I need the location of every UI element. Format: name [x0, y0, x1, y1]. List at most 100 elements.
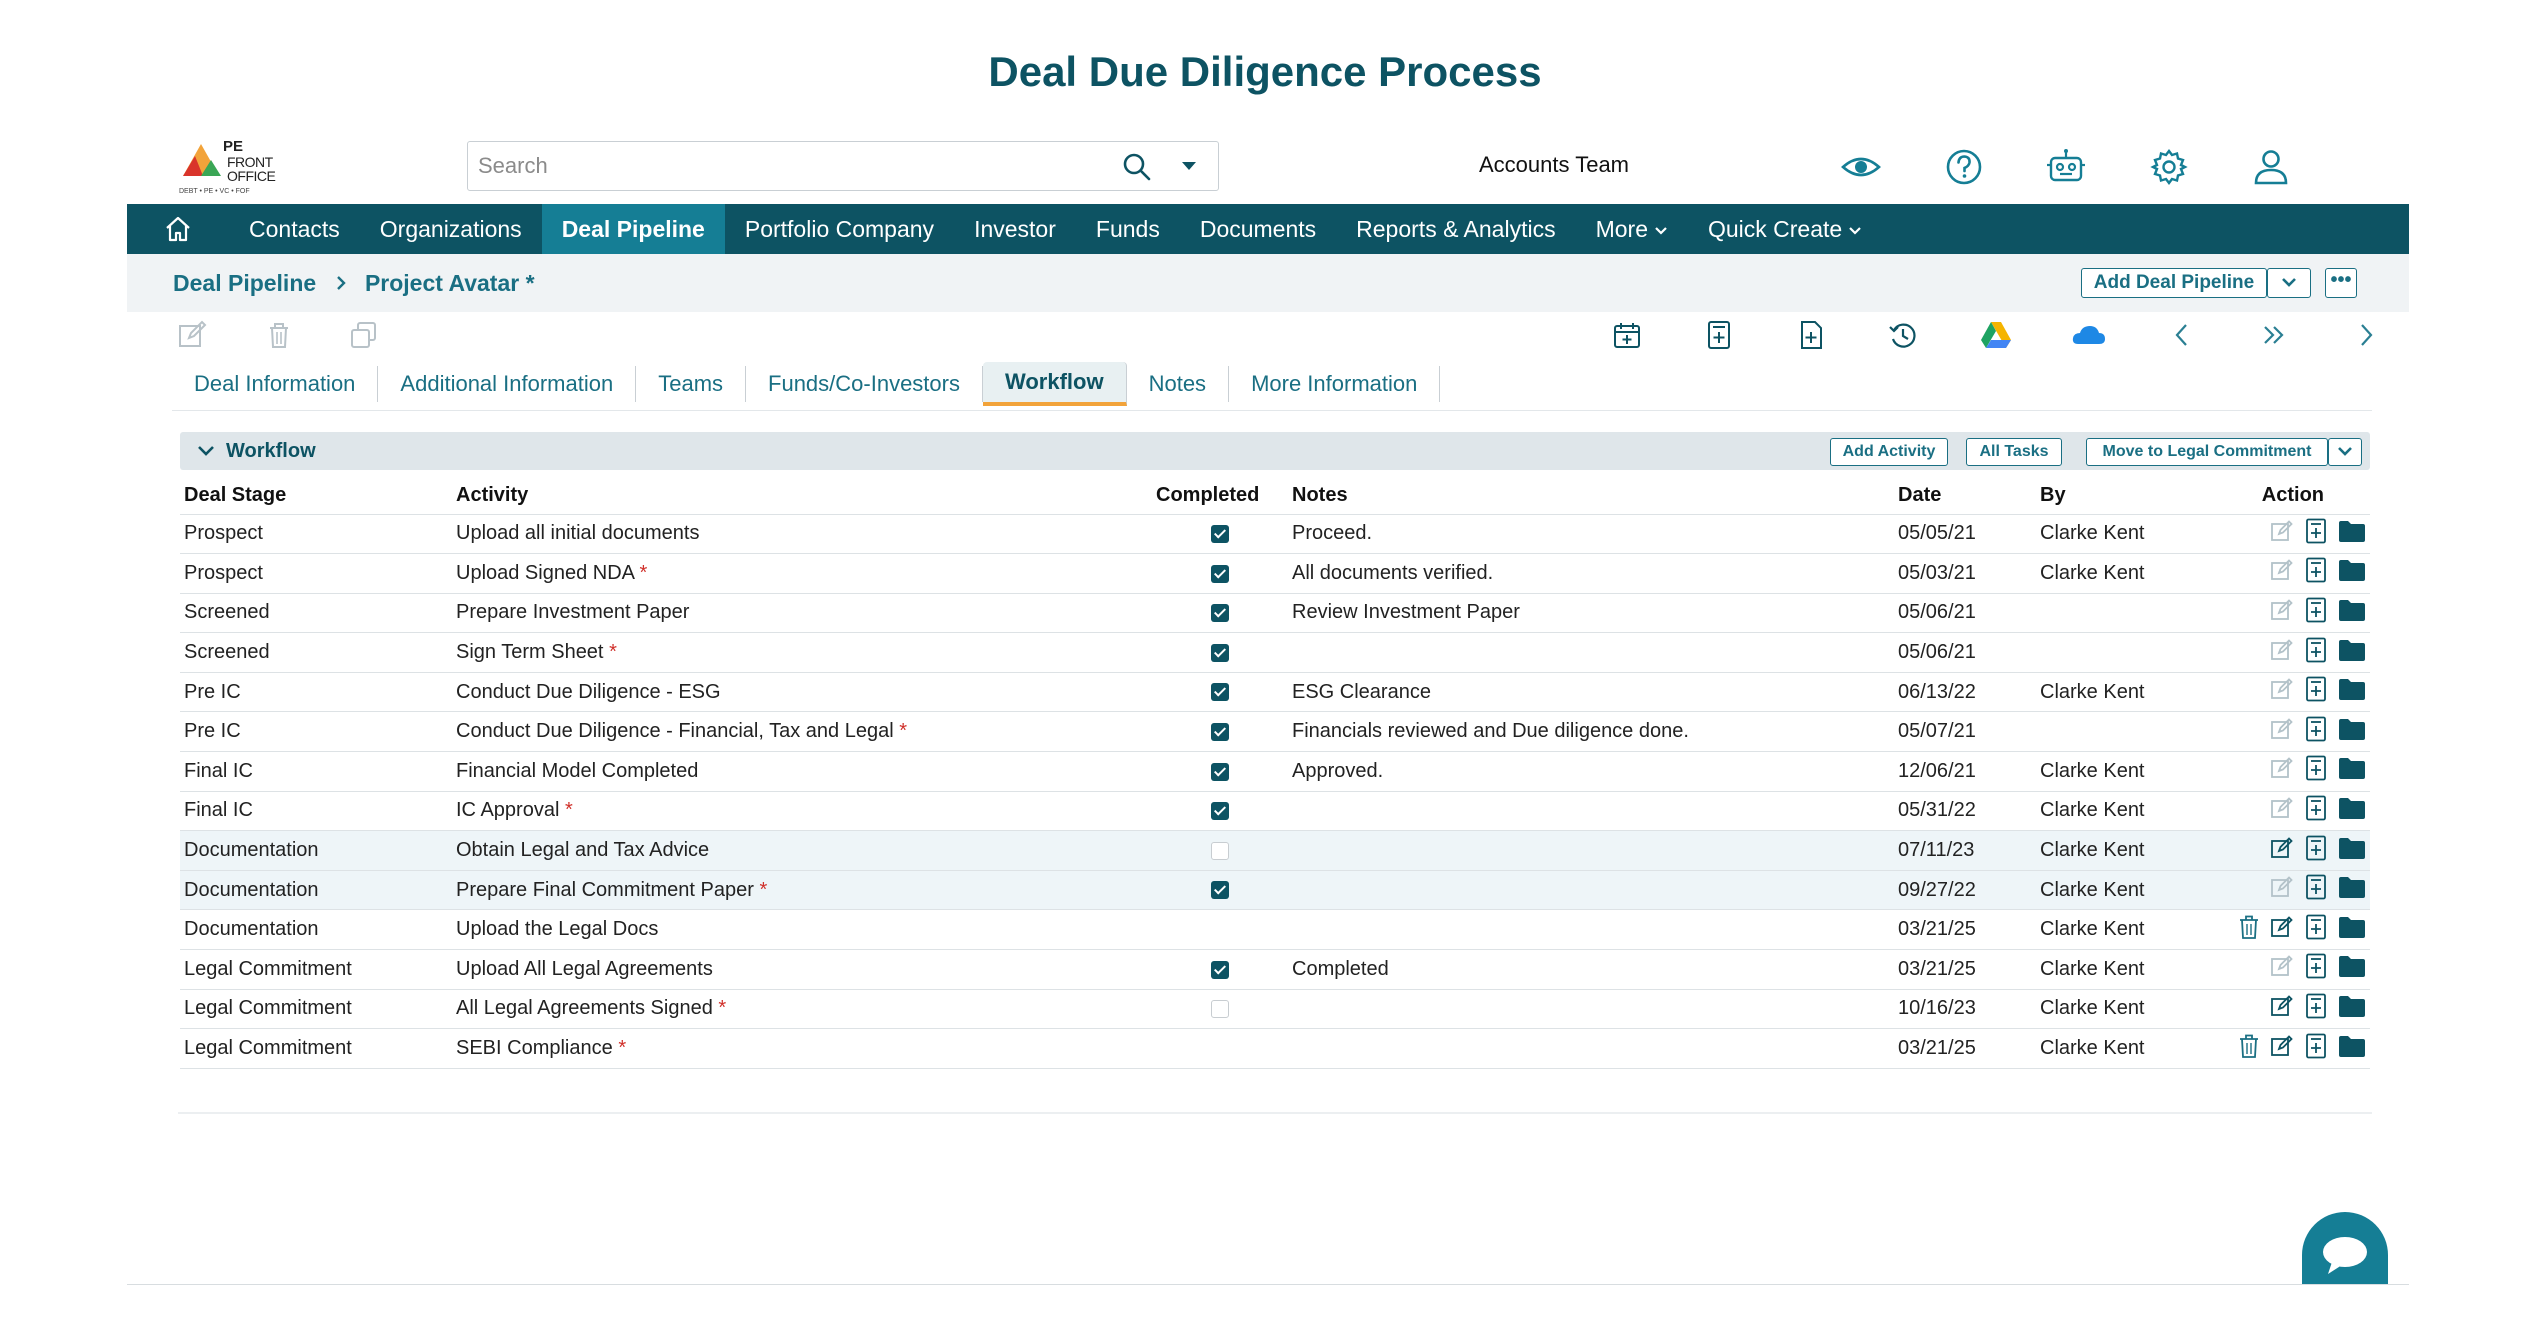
- team-label[interactable]: Accounts Team: [1479, 152, 1629, 178]
- delete-icon[interactable]: [264, 320, 294, 350]
- folder-icon[interactable]: [2338, 915, 2366, 945]
- edit-row-icon[interactable]: [2270, 994, 2294, 1024]
- add-deal-pipeline-button[interactable]: Add Deal Pipeline: [2081, 268, 2267, 298]
- double-chevron-right-icon[interactable]: [2259, 320, 2289, 350]
- folder-icon[interactable]: [2338, 875, 2366, 905]
- add-activity-button[interactable]: Add Activity: [1830, 438, 1948, 466]
- completed-checkbox[interactable]: [1211, 881, 1229, 900]
- folder-icon[interactable]: [2338, 677, 2366, 707]
- edit-row-icon[interactable]: [2270, 519, 2294, 549]
- edit-row-icon[interactable]: [2270, 836, 2294, 866]
- add-task-row-icon[interactable]: [2304, 914, 2328, 946]
- nav-more[interactable]: More: [1576, 204, 1688, 254]
- completed-checkbox[interactable]: [1211, 762, 1229, 781]
- folder-icon[interactable]: [2338, 796, 2366, 826]
- calendar-icon[interactable]: [1612, 320, 1642, 350]
- table-row[interactable]: Pre IC Conduct Due Diligence - Financial,…: [180, 711, 2370, 753]
- collapse-icon[interactable]: [196, 442, 216, 460]
- tab-notes[interactable]: Notes: [1127, 366, 1230, 402]
- folder-icon[interactable]: [2338, 756, 2366, 786]
- edit-row-icon[interactable]: [2270, 638, 2294, 668]
- folder-icon[interactable]: [2338, 717, 2366, 747]
- folder-icon[interactable]: [2338, 954, 2366, 984]
- activity-text[interactable]: Upload All Legal Agreements: [456, 958, 713, 980]
- edit-row-icon[interactable]: [2270, 796, 2294, 826]
- home-button[interactable]: [127, 204, 229, 254]
- folder-icon[interactable]: [2338, 836, 2366, 866]
- folder-icon[interactable]: [2338, 519, 2366, 549]
- activity-text[interactable]: Financial Model Completed: [456, 760, 698, 782]
- add-document-icon[interactable]: [1796, 320, 1826, 350]
- robot-icon[interactable]: [2045, 146, 2087, 188]
- copy-icon[interactable]: [349, 320, 379, 350]
- tab-deal-information[interactable]: Deal Information: [172, 366, 379, 402]
- table-row[interactable]: Legal Commitment SEBI Compliance * 03/21/2…: [180, 1028, 2370, 1069]
- table-row[interactable]: Documentation Prepare Final Commitment Pa…: [180, 870, 2370, 911]
- completed-checkbox[interactable]: [1211, 841, 1229, 860]
- activity-text[interactable]: All Legal Agreements Signed: [456, 997, 713, 1019]
- table-row[interactable]: Prospect Upload Signed NDA * All documents…: [180, 553, 2370, 594]
- nav-organizations[interactable]: Organizations: [360, 204, 542, 254]
- all-tasks-button[interactable]: All Tasks: [1966, 438, 2062, 466]
- move-dropdown-button[interactable]: [2328, 438, 2362, 466]
- add-task-row-icon[interactable]: [2304, 993, 2328, 1025]
- search-dropdown-icon[interactable]: [1180, 160, 1198, 172]
- user-icon[interactable]: [2250, 146, 2292, 188]
- gear-icon[interactable]: [2148, 146, 2190, 188]
- add-task-row-icon[interactable]: [2304, 637, 2328, 669]
- activity-text[interactable]: Upload all initial documents: [456, 522, 699, 544]
- table-row[interactable]: Prospect Upload all initial documents Proc…: [180, 514, 2370, 555]
- edit-row-icon[interactable]: [2270, 756, 2294, 786]
- nav-deal-pipeline[interactable]: Deal Pipeline: [541, 204, 725, 254]
- table-row[interactable]: Legal Commitment Upload All Legal Agreeme…: [180, 949, 2370, 990]
- completed-checkbox[interactable]: [1211, 604, 1229, 623]
- add-task-row-icon[interactable]: [2304, 597, 2328, 629]
- table-row[interactable]: Documentation Obtain Legal and Tax Advice…: [180, 830, 2370, 871]
- activity-text[interactable]: Upload the Legal Docs: [456, 918, 658, 940]
- folder-icon[interactable]: [2338, 638, 2366, 668]
- completed-checkbox[interactable]: [1211, 564, 1229, 583]
- activity-text[interactable]: Conduct Due Diligence - ESG: [456, 681, 721, 703]
- delete-row-icon[interactable]: [2238, 914, 2260, 946]
- add-deal-dropdown-button[interactable]: [2267, 268, 2311, 298]
- add-task-row-icon[interactable]: [2304, 874, 2328, 906]
- tab-additional-information[interactable]: Additional Information: [378, 366, 637, 402]
- add-task-row-icon[interactable]: [2304, 953, 2328, 985]
- edit-row-icon[interactable]: [2270, 875, 2294, 905]
- activity-text[interactable]: Conduct Due Diligence - Financial, Tax a…: [456, 720, 894, 742]
- add-task-row-icon[interactable]: [2304, 557, 2328, 589]
- nav-portfolio-company[interactable]: Portfolio Company: [725, 204, 954, 254]
- table-row[interactable]: Final IC IC Approval * 05/31/22 Clarke Kent: [180, 791, 2370, 832]
- activity-text[interactable]: Obtain Legal and Tax Advice: [456, 839, 709, 861]
- activity-text[interactable]: IC Approval: [456, 799, 559, 821]
- edit-row-icon[interactable]: [2270, 717, 2294, 747]
- search-icon[interactable]: [1122, 152, 1152, 182]
- tab-more-information[interactable]: More Information: [1229, 366, 1441, 402]
- completed-checkbox[interactable]: [1211, 722, 1229, 741]
- help-icon[interactable]: [1943, 146, 1985, 188]
- nav-documents[interactable]: Documents: [1180, 204, 1336, 254]
- table-row[interactable]: Documentation Upload the Legal Docs 03/21/…: [180, 909, 2370, 951]
- add-task-row-icon[interactable]: [2304, 676, 2328, 708]
- onedrive-icon[interactable]: [2071, 320, 2107, 350]
- add-task-row-icon[interactable]: [2304, 518, 2328, 550]
- folder-icon[interactable]: [2338, 994, 2366, 1024]
- completed-checkbox[interactable]: [1211, 683, 1229, 702]
- table-row[interactable]: Screened Prepare Investment Paper Review I…: [180, 593, 2370, 634]
- history-icon[interactable]: [1888, 320, 1918, 350]
- tab-funds-co-investors[interactable]: Funds/Co-Investors: [746, 366, 983, 402]
- logo[interactable]: PE FRONT OFFICE DEBT • PE • VC • FOF: [179, 134, 299, 196]
- nav-contacts[interactable]: Contacts: [229, 204, 360, 254]
- tab-workflow[interactable]: Workflow: [982, 362, 1127, 406]
- edit-row-icon[interactable]: [2270, 1034, 2294, 1064]
- edit-row-icon[interactable]: [2270, 677, 2294, 707]
- delete-row-icon[interactable]: [2238, 1033, 2260, 1065]
- eye-icon[interactable]: [1840, 146, 1882, 188]
- completed-checkbox[interactable]: [1211, 525, 1229, 544]
- activity-text[interactable]: Upload Signed NDA: [456, 562, 634, 584]
- table-row[interactable]: Legal Commitment All Legal Agreements Sig…: [180, 989, 2370, 1030]
- edit-row-icon[interactable]: [2270, 915, 2294, 945]
- table-row[interactable]: Screened Sign Term Sheet * 05/06/21: [180, 632, 2370, 673]
- folder-icon[interactable]: [2338, 1034, 2366, 1064]
- tab-teams[interactable]: Teams: [636, 366, 747, 402]
